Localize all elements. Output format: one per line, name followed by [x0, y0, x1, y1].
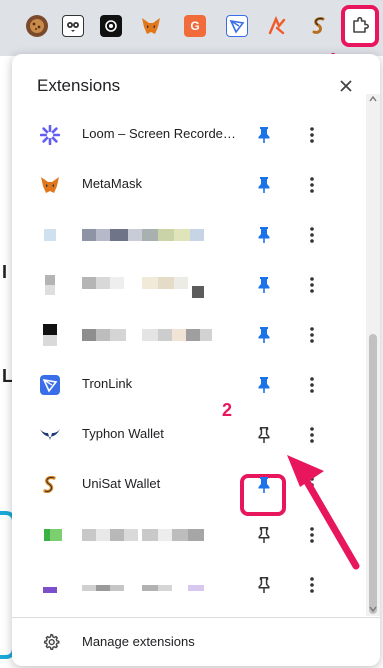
ak-extension-icon[interactable] [266, 15, 288, 37]
more-options-button[interactable] [304, 123, 320, 147]
metamask-icon [39, 174, 61, 196]
pin-button[interactable] [252, 523, 276, 547]
extension-name: UniSat Wallet [82, 476, 161, 491]
unisat-icon [39, 474, 61, 496]
extensions-popup: Extensions Loom – Screen Recorde… MetaMa… [12, 54, 380, 666]
pin-button[interactable] [252, 273, 276, 297]
popup-title: Extensions [37, 76, 121, 95]
pin-button[interactable] [252, 223, 276, 247]
puzzle-icon [353, 16, 369, 33]
more-options-button[interactable] [304, 523, 320, 547]
pinned-icon [258, 477, 270, 493]
pin-button[interactable] [252, 573, 276, 597]
blurred-icon [39, 324, 61, 346]
blurred-icon [39, 274, 61, 296]
more-options-button[interactable] [304, 423, 320, 447]
unpinned-icon [258, 427, 270, 443]
more-vert-icon [310, 477, 314, 493]
unpinned-icon [258, 527, 270, 543]
pin-button[interactable] [252, 473, 276, 497]
metamask-extension-icon[interactable] [140, 15, 162, 37]
pin-button[interactable] [252, 173, 276, 197]
scroll-down-icon [369, 606, 377, 612]
extension-name: MetaMask [82, 176, 142, 191]
more-options-button[interactable] [304, 223, 320, 247]
extension-name: Typhon Wallet [82, 426, 164, 441]
pinned-icon [258, 327, 270, 343]
manage-extensions-label: Manage extensions [82, 634, 195, 649]
extension-row-metamask[interactable]: MetaMask [12, 160, 366, 210]
pin-button[interactable] [252, 323, 276, 347]
more-vert-icon [310, 327, 314, 343]
blurred-icon [39, 224, 61, 246]
pin-button[interactable] [252, 123, 276, 147]
loom-icon [39, 124, 61, 146]
browser-toolbar: G 1 [0, 0, 383, 70]
more-options-button[interactable] [304, 173, 320, 197]
background-text-fragment: I [2, 262, 8, 282]
extensions-button[interactable] [341, 5, 379, 47]
extension-row-blurred[interactable] [12, 310, 366, 360]
g-glyph: G [190, 19, 200, 33]
more-vert-icon [310, 127, 314, 143]
manage-extensions-button[interactable]: Manage extensions [12, 617, 380, 666]
extension-name: TronLink [82, 376, 133, 391]
unpinned-icon [258, 577, 270, 593]
gear-icon [44, 633, 60, 650]
extension-row-tronlink[interactable]: TronLink [12, 360, 366, 410]
extension-row-blurred[interactable] [12, 260, 366, 310]
pinned-icon [258, 377, 270, 393]
more-options-button[interactable] [304, 573, 320, 597]
extension-name: Loom – Screen Recorde… [82, 126, 236, 141]
pinned-icon [258, 177, 270, 193]
pin-button[interactable] [252, 373, 276, 397]
more-vert-icon [310, 177, 314, 193]
more-options-button[interactable] [304, 473, 320, 497]
extension-row-loom[interactable]: Loom – Screen Recorde… [12, 110, 366, 160]
typhon-icon [39, 424, 61, 446]
close-icon [340, 80, 352, 92]
more-vert-icon [310, 427, 314, 443]
more-vert-icon [310, 377, 314, 393]
more-vert-icon [310, 577, 314, 593]
owl-extension-icon[interactable] [62, 15, 84, 37]
extension-row-unisat-wallet[interactable]: UniSat Wallet [12, 460, 366, 510]
extension-row-blurred[interactable] [12, 510, 366, 560]
more-vert-icon [310, 527, 314, 543]
more-vert-icon [310, 277, 314, 293]
tronlink-extension-icon[interactable] [226, 15, 248, 37]
unisat-extension-icon[interactable] [308, 15, 330, 37]
pin-button[interactable] [252, 423, 276, 447]
pinned-icon [258, 277, 270, 293]
extension-row-typhon-wallet[interactable]: Typhon Wallet [12, 410, 366, 460]
step-marker-2: 2 [222, 400, 233, 420]
scrollbar-thumb[interactable] [369, 334, 377, 614]
more-options-button[interactable] [304, 273, 320, 297]
tronlink-icon [39, 374, 61, 396]
pinned-icon [258, 127, 270, 143]
scroll-up-icon [369, 96, 377, 102]
more-options-button[interactable] [304, 323, 320, 347]
close-button[interactable] [334, 74, 358, 98]
extension-row-blurred[interactable] [12, 210, 366, 260]
pinned-icon [258, 227, 270, 243]
cookie-extension-icon[interactable] [26, 15, 48, 37]
shield-extension-icon[interactable] [100, 15, 122, 37]
extensions-list: Loom – Screen Recorde… MetaMask TronLink… [12, 110, 366, 666]
more-options-button[interactable] [304, 373, 320, 397]
scrollbar[interactable] [366, 94, 380, 616]
blurred-icon [39, 574, 61, 596]
g-extension-icon[interactable]: G [184, 15, 206, 37]
more-vert-icon [310, 227, 314, 243]
extension-row-blurred[interactable] [12, 560, 366, 610]
